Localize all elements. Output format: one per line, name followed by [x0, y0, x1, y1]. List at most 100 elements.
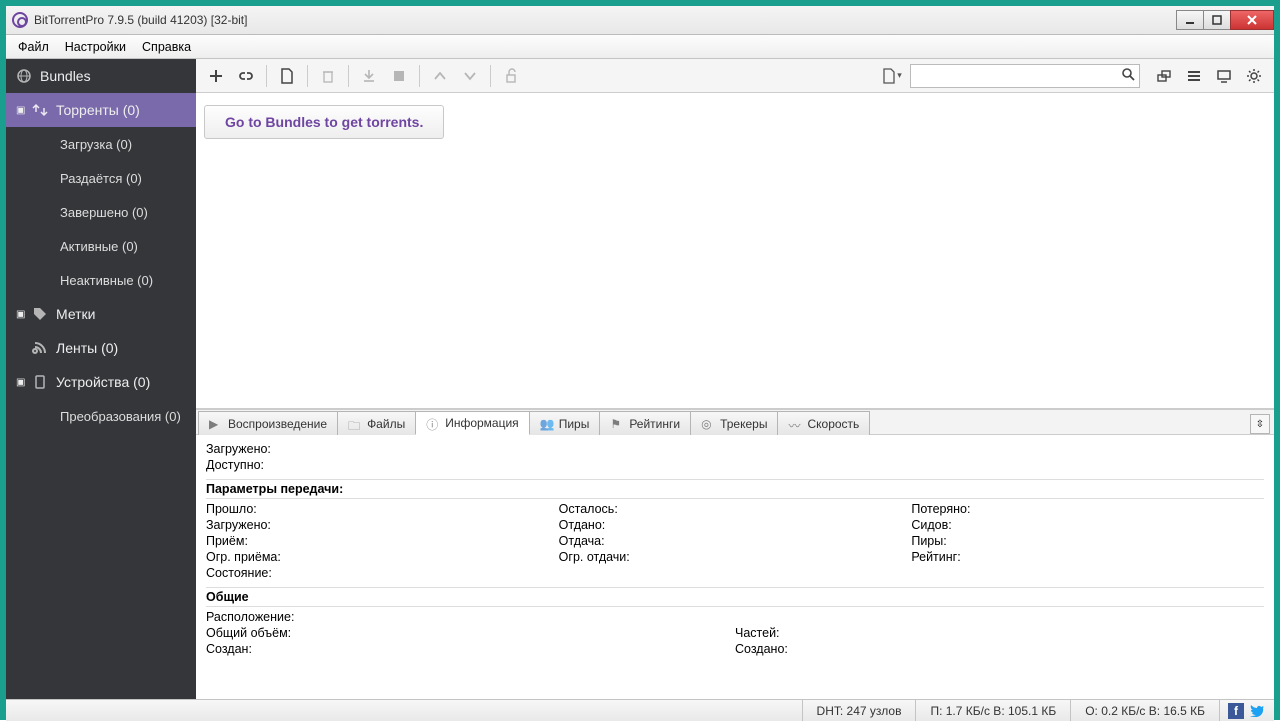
section-general: Общие — [206, 587, 1264, 607]
field-createdon: Создано: — [735, 641, 1264, 657]
search-category-button[interactable]: ▾ — [878, 63, 906, 89]
tracker-icon: ◎ — [701, 417, 715, 431]
field-dllimit: Огр. приёма: — [206, 549, 559, 565]
list-view-button[interactable] — [1180, 63, 1208, 89]
tab-speed[interactable]: 〰Скорость — [777, 411, 870, 435]
move-down-button[interactable] — [456, 63, 484, 89]
twitter-icon[interactable] — [1248, 703, 1264, 719]
sidebar-label: Завершено (0) — [60, 205, 148, 220]
sidebar-label: Торренты (0) — [56, 102, 140, 118]
collapse-detail-button[interactable]: ⇳ — [1250, 414, 1270, 434]
remove-button[interactable] — [314, 63, 342, 89]
field-ullimit: Огр. отдачи: — [559, 549, 912, 565]
move-up-button[interactable] — [426, 63, 454, 89]
sidebar-devices[interactable]: ▣ Устройства (0) — [6, 365, 196, 399]
stop-button[interactable] — [385, 63, 413, 89]
field-status: Состояние: — [206, 565, 1264, 581]
sidebar-seeding[interactable]: Раздаётся (0) — [6, 161, 196, 195]
sidebar-completed[interactable]: Завершено (0) — [6, 195, 196, 229]
sidebar-label: Ленты (0) — [56, 340, 118, 356]
sidebar-labels[interactable]: ▣ Метки — [6, 297, 196, 331]
share-button[interactable] — [1150, 63, 1178, 89]
tag-icon — [32, 306, 48, 322]
add-url-button[interactable] — [232, 63, 260, 89]
sidebar-bundles[interactable]: Bundles — [6, 59, 196, 93]
sidebar-label: Bundles — [40, 68, 91, 84]
search-icon[interactable] — [1121, 67, 1135, 84]
app-icon — [12, 12, 28, 28]
tab-playback[interactable]: ▶Воспроизведение — [198, 411, 338, 435]
sidebar-label: Раздаётся (0) — [60, 171, 142, 186]
field-location: Расположение: — [206, 609, 1264, 625]
sidebar-conversions[interactable]: Преобразования (0) — [6, 399, 196, 433]
field-elapsed: Прошло: — [206, 501, 559, 517]
status-upload[interactable]: О: 0.2 КБ/с В: 16.5 КБ — [1070, 700, 1219, 721]
tab-ratings[interactable]: ⚑Рейтинги — [599, 411, 691, 435]
field-peers: Пиры: — [911, 533, 1264, 549]
tab-peers[interactable]: 👥Пиры — [529, 411, 601, 435]
flag-icon: ⚑ — [610, 417, 624, 431]
folder-icon: 🗀 — [348, 417, 362, 431]
tab-files[interactable]: 🗀Файлы — [337, 411, 416, 435]
field-created: Создан: — [206, 641, 735, 657]
field-uploaded: Отдано: — [559, 517, 912, 533]
play-icon: ▶ — [209, 417, 223, 431]
speed-icon: 〰 — [788, 417, 802, 431]
torrent-list: Go to Bundles to get torrents. — [196, 93, 1274, 409]
sidebar-label: Устройства (0) — [56, 374, 150, 390]
field-downloaded-top: Загружено: — [206, 441, 1264, 457]
collapse-icon: ▣ — [16, 309, 24, 320]
peers-icon: 👥 — [540, 417, 554, 431]
tab-info[interactable]: ⓘИнформация — [415, 411, 529, 435]
field-remaining: Осталось: — [559, 501, 912, 517]
sidebar-label: Активные (0) — [60, 239, 138, 254]
field-seeds: Сидов: — [911, 517, 1264, 533]
field-ulspeed: Отдача: — [559, 533, 912, 549]
content: ▾ Go to Bundles to get torrents. ▶Воспро… — [196, 59, 1274, 699]
sidebar-label: Преобразования (0) — [60, 409, 181, 424]
preferences-button[interactable] — [1240, 63, 1268, 89]
remote-button[interactable] — [1210, 63, 1238, 89]
maximize-button[interactable] — [1203, 10, 1231, 30]
sidebar-feeds[interactable]: Ленты (0) — [6, 331, 196, 365]
sidebar-inactive[interactable]: Неактивные (0) — [6, 263, 196, 297]
section-transfer: Параметры передачи: — [206, 479, 1264, 499]
start-button[interactable] — [355, 63, 383, 89]
field-pieces: Частей: — [735, 625, 1264, 641]
sidebar-label: Неактивные (0) — [60, 273, 153, 288]
statusbar: DHT: 247 узлов П: 1.7 КБ/с В: 105.1 КБ О… — [6, 699, 1274, 721]
sidebar-label: Метки — [56, 306, 96, 322]
detail-panel: Загружено: Доступно: Параметры передачи:… — [196, 435, 1274, 699]
menu-file[interactable]: Файл — [10, 38, 57, 56]
field-wasted: Потеряно: — [911, 501, 1264, 517]
menubar: Файл Настройки Справка — [6, 35, 1274, 59]
collapse-icon: ▣ — [16, 377, 24, 388]
menu-settings[interactable]: Настройки — [57, 38, 134, 56]
sidebar-downloading[interactable]: Загрузка (0) — [6, 127, 196, 161]
add-torrent-button[interactable] — [202, 63, 230, 89]
tab-trackers[interactable]: ◎Трекеры — [690, 411, 778, 435]
minimize-button[interactable] — [1176, 10, 1204, 30]
menu-help[interactable]: Справка — [134, 38, 199, 56]
status-download[interactable]: П: 1.7 КБ/с В: 105.1 КБ — [915, 700, 1070, 721]
bundles-banner[interactable]: Go to Bundles to get torrents. — [204, 105, 444, 139]
facebook-icon[interactable]: f — [1228, 703, 1244, 719]
search-input[interactable] — [910, 64, 1140, 88]
window-title: BitTorrentPro 7.9.5 (build 41203) [32-bi… — [34, 13, 247, 27]
status-dht[interactable]: DHT: 247 узлов — [802, 700, 916, 721]
create-torrent-button[interactable] — [273, 63, 301, 89]
sidebar-torrents[interactable]: ▣ Торренты (0) — [6, 93, 196, 127]
toolbar: ▾ — [196, 59, 1274, 93]
detail-tabs: ▶Воспроизведение 🗀Файлы ⓘИнформация 👥Пир… — [196, 409, 1274, 435]
field-dlspeed: Приём: — [206, 533, 559, 549]
device-icon — [32, 374, 48, 390]
window-controls — [1177, 10, 1274, 30]
close-button[interactable] — [1230, 10, 1274, 30]
field-size: Общий объём: — [206, 625, 735, 641]
sidebar-active[interactable]: Активные (0) — [6, 229, 196, 263]
field-rating: Рейтинг: — [911, 549, 1264, 565]
field-downloaded: Загружено: — [206, 517, 559, 533]
unlock-button[interactable] — [497, 63, 525, 89]
sidebar-label: Загрузка (0) — [60, 137, 132, 152]
sidebar: Bundles ▣ Торренты (0) Загрузка (0) Разд… — [6, 59, 196, 699]
